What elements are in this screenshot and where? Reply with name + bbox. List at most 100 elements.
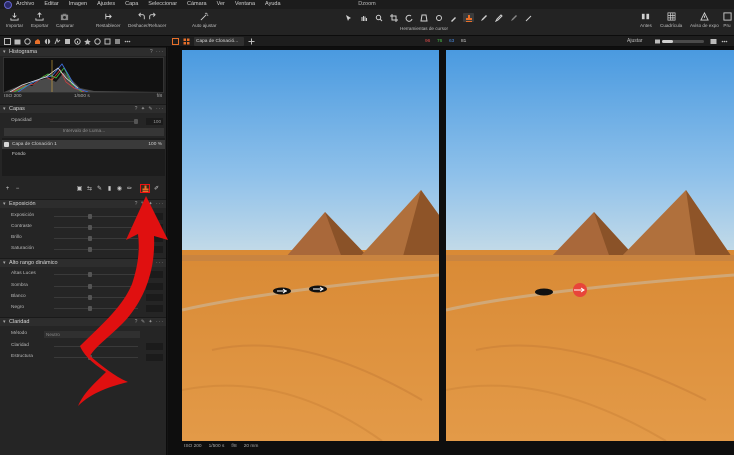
layer-checkbox[interactable] — [4, 142, 9, 147]
pan-hand-icon[interactable] — [358, 13, 369, 22]
camera-icon — [60, 11, 70, 21]
menu-editar[interactable]: Editar — [44, 0, 58, 9]
auto-adjust-button[interactable]: Auto ajustar — [192, 11, 217, 28]
histogram-title: Histograma — [9, 49, 38, 55]
layer-row[interactable]: Capa de Clonación 1 100 % — [2, 140, 165, 149]
collapse-chevron-icon[interactable]: ▾ — [3, 48, 6, 56]
radial-icon[interactable]: ◉ — [116, 185, 123, 192]
histogram-iso: ISO 200 — [4, 94, 22, 99]
zoom-out-icon[interactable] — [653, 37, 662, 46]
proof-icon — [722, 11, 732, 21]
menu-camara[interactable]: Cámara — [187, 0, 207, 9]
fill-icon[interactable]: ▮ — [106, 185, 113, 192]
remove-layer-icon[interactable]: − — [14, 185, 21, 192]
export-button[interactable]: Exportar — [31, 11, 48, 28]
photo-after[interactable] — [446, 50, 734, 441]
menu-ventana[interactable]: Ventana — [235, 0, 255, 9]
capture-tab-icon[interactable] — [13, 37, 22, 46]
menu-seleccionar[interactable]: Seleccionar — [148, 0, 177, 9]
collapse-chevron-icon[interactable]: ▾ — [3, 318, 6, 326]
app-logo-icon[interactable] — [4, 0, 12, 9]
opacity-track[interactable] — [50, 121, 138, 122]
slider-label: Contraste — [11, 224, 32, 229]
photo-before[interactable] — [182, 50, 439, 441]
slider-label: Saturación — [11, 246, 34, 251]
details-tab-icon[interactable] — [53, 37, 62, 46]
viewer-shutter: 1/500 s — [208, 444, 225, 449]
grid-button[interactable]: Cuadrícula — [660, 11, 682, 28]
metadata-tab-icon[interactable] — [73, 37, 82, 46]
annotate-icon[interactable] — [523, 13, 534, 22]
add-tab-icon[interactable] — [247, 37, 256, 46]
zoom-in-icon[interactable] — [709, 37, 718, 46]
draw-icon[interactable]: ✏ — [126, 185, 133, 192]
picker-icon[interactable]: ✎ — [96, 185, 103, 192]
plugins-tab-icon[interactable] — [113, 37, 122, 46]
viewer-menu-icon[interactable] — [720, 37, 729, 46]
invert-mask-icon[interactable]: ⇆ — [86, 185, 93, 192]
gradient-icon[interactable] — [493, 13, 504, 22]
histogram-header[interactable]: ▾ Histograma ? ··· — [0, 47, 166, 56]
import-button[interactable]: Importar — [6, 11, 23, 28]
auto-adjust-icon — [199, 11, 209, 21]
zoom-icon[interactable] — [373, 13, 384, 22]
collapse-chevron-icon[interactable]: ▾ — [3, 259, 6, 267]
section-controls[interactable]: ? ··· — [150, 48, 164, 56]
crop-icon[interactable] — [388, 13, 399, 22]
collapse-chevron-icon[interactable]: ▾ — [3, 105, 6, 113]
tab-options-icon[interactable] — [123, 37, 132, 46]
opacity-value[interactable]: 100 — [146, 118, 163, 125]
collapse-chevron-icon[interactable]: ▾ — [3, 200, 6, 208]
lens-tab-icon[interactable] — [23, 37, 32, 46]
clone-stamp-icon[interactable] — [463, 13, 474, 22]
viewer-iso: ISO 200 — [184, 444, 202, 449]
histogram-graph — [3, 57, 164, 93]
cursor-tools-group — [343, 13, 534, 22]
output-tab-icon[interactable] — [93, 37, 102, 46]
tool-tabs-row: Capa de Clonació... 96 76 63 81 Ajustar — [0, 36, 734, 47]
rotate-icon[interactable] — [403, 13, 414, 22]
layers-header[interactable]: ▾ Capas ? ✦ ✎ ··· — [0, 104, 166, 113]
menu-ver[interactable]: Ver — [217, 0, 225, 9]
viewer-grid-icon[interactable] — [182, 37, 191, 46]
eraser-layer-icon[interactable]: ✐ — [153, 185, 160, 192]
menu-ajustes[interactable]: Ajustes — [97, 0, 115, 9]
browser-grid-icon[interactable] — [171, 37, 180, 46]
batch-tab-icon[interactable] — [103, 37, 112, 46]
exposure-warning-button[interactable]: Aviso de expo — [690, 11, 719, 28]
zoom-fit-label[interactable]: Ajustar — [627, 37, 643, 46]
proof-button[interactable]: Pru — [722, 11, 732, 28]
select-cursor-icon[interactable] — [343, 13, 354, 22]
keystone-icon[interactable] — [418, 13, 429, 22]
clone-stamp-layer-icon[interactable] — [140, 184, 150, 193]
color-picker-icon[interactable] — [448, 13, 459, 22]
eraser-icon[interactable] — [508, 13, 519, 22]
exposure-tab-icon[interactable] — [43, 37, 52, 46]
spot-removal-icon[interactable] — [433, 13, 444, 22]
star-tab-icon[interactable] — [83, 37, 92, 46]
section-controls[interactable]: ? ✦ ✎ ··· — [135, 105, 164, 113]
layer-row[interactable]: Fondo — [2, 150, 165, 159]
add-layer-icon[interactable]: + — [4, 185, 11, 192]
brush-icon[interactable] — [478, 13, 489, 22]
zoom-slider[interactable] — [662, 40, 704, 43]
menu-archivo[interactable]: Archivo — [16, 0, 34, 9]
opacity-knob[interactable] — [134, 119, 138, 124]
adjustments-tab-icon[interactable] — [63, 37, 72, 46]
menu-imagen[interactable]: Imagen — [69, 0, 87, 9]
color-tab-icon[interactable] — [33, 37, 42, 46]
undo-redo-button[interactable]: Deshacer/Rehacer — [128, 11, 166, 28]
before-after-button[interactable]: Antes — [640, 11, 652, 28]
mask-icon[interactable]: ▣ — [76, 185, 83, 192]
luma-range-button[interactable]: Intervalo de Luma... — [4, 128, 164, 136]
library-tab-icon[interactable] — [3, 37, 12, 46]
image-viewer[interactable]: ISO 200 1/500 s f/8 20 mm — [168, 47, 734, 455]
reset-button[interactable]: Restablecer — [96, 11, 121, 28]
main-toolbar: Importar Exportar Capturar Restablecer D… — [0, 9, 734, 36]
layer-tools-row: + − ▣ ⇆ ✎ ▮ ◉ ✏ ✐ — [0, 184, 166, 194]
menu-ayuda[interactable]: Ayuda — [265, 0, 281, 9]
menu-capa[interactable]: Capa — [125, 0, 138, 9]
opacity-slider-row: Opacidad 100 — [0, 117, 166, 126]
capture-button[interactable]: Capturar — [56, 11, 74, 28]
viewer-layer-tab[interactable]: Capa de Clonació... — [194, 37, 244, 46]
